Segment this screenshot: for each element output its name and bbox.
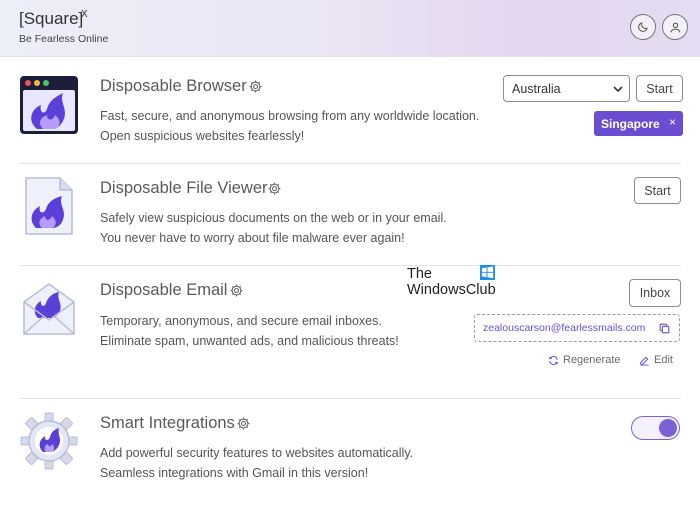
smart-integrations-toggle[interactable] <box>631 416 680 440</box>
copy-icon[interactable] <box>658 322 671 335</box>
chevron-down-icon <box>613 86 623 93</box>
email-address-field[interactable]: zealouscarson@fearlessmails.com <box>474 314 680 342</box>
browser-start-button[interactable]: Start <box>636 75 683 102</box>
feature-description: Safely view suspicious documents on the … <box>100 208 447 248</box>
regenerate-link[interactable]: Regenerate <box>548 354 621 366</box>
inbox-button[interactable]: Inbox <box>629 279 681 307</box>
section-divider <box>19 398 681 399</box>
email-address: zealouscarson@fearlessmails.com <box>483 322 646 334</box>
app-subtitle: Be Fearless Online <box>19 33 109 45</box>
file-viewer-start-button[interactable]: Start <box>634 177 681 204</box>
feature-title-disposable-browser: Disposable Browser <box>100 77 247 95</box>
browser-flame-icon <box>20 76 78 134</box>
refresh-icon <box>549 355 558 365</box>
feature-title-disposable-file-viewer: Disposable File Viewer <box>100 179 268 197</box>
moon-icon <box>638 22 648 32</box>
feature-title-smart-integrations: Smart Integrations <box>100 414 235 432</box>
edit-label: Edit <box>654 354 673 366</box>
feature-description: Fast, secure, and anonymous browsing fro… <box>100 106 479 146</box>
feature-description-line: Safely view suspicious documents on the … <box>100 211 447 225</box>
location-chip-label: Singapore <box>601 116 660 131</box>
app-title: [Square] <box>19 9 84 28</box>
app-header: [Square] X Be Fearless Online <box>0 0 700 57</box>
gear-icon[interactable] <box>267 181 282 196</box>
regenerate-label: Regenerate <box>563 354 621 366</box>
windows-logo-icon <box>480 265 495 280</box>
user-icon <box>670 22 680 32</box>
location-chip-singapore[interactable]: Singapore × <box>594 111 683 136</box>
watermark-line: WindowsClub <box>407 282 496 298</box>
location-select[interactable]: Australia <box>503 75 630 102</box>
feature-description-line: Eliminate spam, unwanted ads, and malici… <box>100 334 399 348</box>
gear-icon[interactable] <box>229 283 244 298</box>
feature-description-line: Seamless integrations with Gmail in this… <box>100 466 369 480</box>
gear-icon[interactable] <box>236 416 251 431</box>
feature-description-line: You never have to worry about file malwa… <box>100 231 405 245</box>
file-flame-icon <box>25 177 73 235</box>
section-divider <box>19 163 681 164</box>
gear-icon[interactable] <box>248 79 263 94</box>
close-icon[interactable]: × <box>669 115 676 129</box>
edit-icon <box>640 356 649 366</box>
feature-description-line: Open suspicious websites fearlessly! <box>100 129 305 143</box>
email-flame-icon <box>23 283 75 335</box>
feature-title-disposable-email: Disposable Email <box>100 281 228 299</box>
app-title-superscript: X <box>81 9 88 20</box>
feature-description-line: Add powerful security features to websit… <box>100 446 414 460</box>
section-divider <box>19 265 681 266</box>
account-button[interactable] <box>662 14 688 40</box>
feature-description: Add powerful security features to websit… <box>100 443 413 483</box>
toggle-knob <box>659 419 677 437</box>
feature-description-line: Fast, secure, and anonymous browsing fro… <box>100 109 480 123</box>
feature-description: Temporary, anonymous, and secure email i… <box>100 311 399 351</box>
integration-gear-flame-icon <box>20 412 78 470</box>
theme-toggle-button[interactable] <box>630 14 656 40</box>
edit-link[interactable]: Edit <box>639 354 673 366</box>
location-select-value: Australia <box>512 81 561 96</box>
feature-description-line: Temporary, anonymous, and secure email i… <box>100 314 382 328</box>
